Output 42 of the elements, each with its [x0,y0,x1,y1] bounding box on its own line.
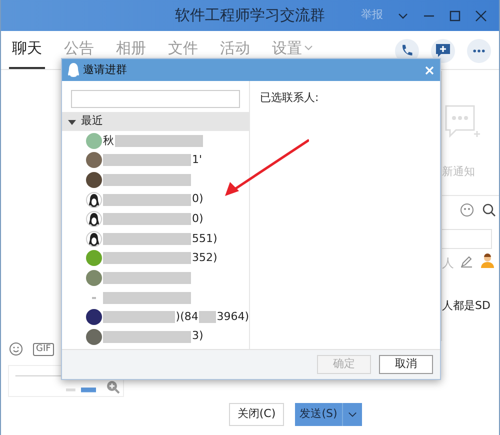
search-field[interactable] [442,229,492,249]
dialog-title: 邀请进群 [83,62,127,78]
gif-button[interactable]: GIF [33,342,54,356]
search-icon[interactable] [482,203,496,217]
selected-contacts-label: 已选联系人: [260,90,320,106]
member-label: 人 [442,255,454,272]
contact-name: 秋 [103,132,114,149]
maximize-icon[interactable] [449,10,461,22]
tab[interactable]: 聊天 [9,36,45,69]
tab[interactable]: 设置 [269,36,316,69]
message-add-icon[interactable] [431,39,455,63]
search-field[interactable] [71,90,240,108]
contact-name: 0) [192,210,204,227]
contact-name: 3) [192,328,204,344]
tab[interactable]: 文件 [165,36,201,69]
penguin-icon [68,63,79,77]
contact-name: 1' [192,152,202,168]
pencil-icon[interactable] [460,255,473,268]
redacted-text [103,311,175,324]
close-button[interactable]: 关闭(C) [229,403,284,426]
close-icon[interactable] [475,10,487,22]
more-icon[interactable] [467,39,491,63]
smiley-icon[interactable] [9,342,23,356]
contact-name: 352) [192,250,218,266]
message-text: 人都是SD [442,298,490,314]
group-header[interactable]: 最近 [62,112,249,131]
tab[interactable]: 活动 [217,36,253,69]
contact-name: 551) [192,230,218,247]
contact-name: )(84 [176,308,198,325]
contact-name: 3964) [216,308,249,325]
redacted-text [199,311,216,324]
zoom-in-icon[interactable] [106,380,120,394]
window-title: 软件工程师学习交流群 [175,5,325,26]
face-icon[interactable] [460,203,474,217]
report-link[interactable]: 举报 [361,7,383,24]
person-icon[interactable] [480,253,495,268]
chevron-down-icon [304,43,313,52]
caret-icon [68,118,76,126]
notice-label: 新通知 [442,164,475,180]
cancel-button[interactable]: 取消 [379,355,433,374]
contact-name: 0) [192,191,204,208]
group-label: 最近 [81,113,103,130]
